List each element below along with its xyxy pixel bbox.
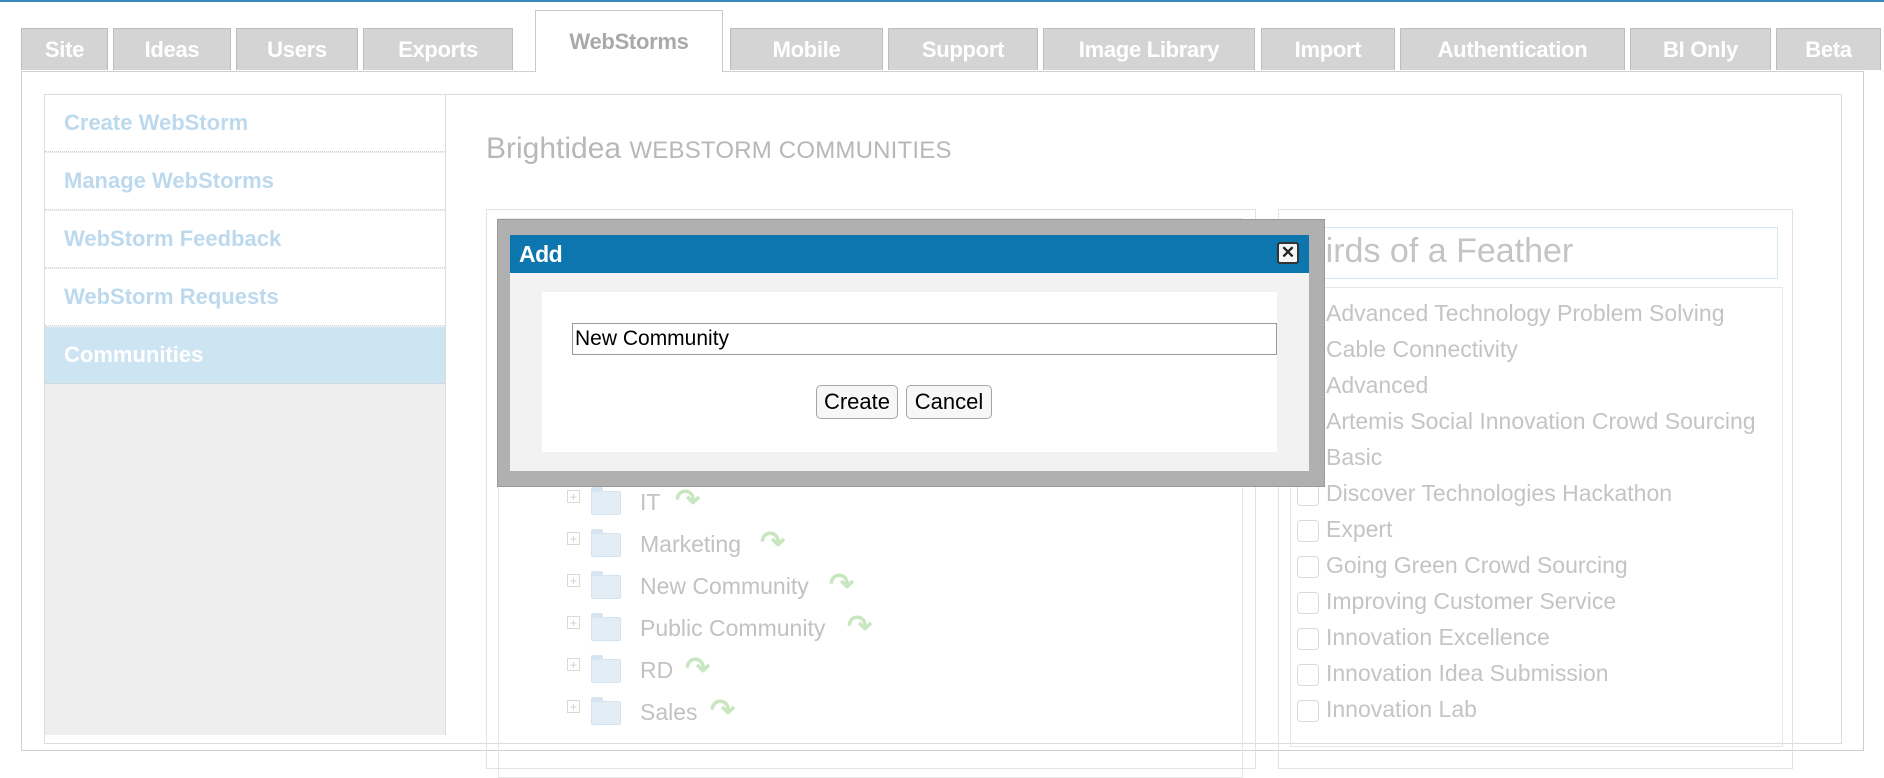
list-item-label: Basic — [1326, 444, 1383, 470]
list-item-label: Cable Connectivity — [1326, 336, 1518, 362]
dialog-content: Create Cancel — [542, 292, 1277, 452]
refresh-arrow-icon[interactable]: ↷ — [710, 693, 735, 728]
expand-icon[interactable]: + — [567, 574, 580, 587]
tab-import[interactable]: Import — [1261, 28, 1395, 70]
sidebar-item-webstorm-feedback[interactable]: WebStorm Feedback — [45, 211, 445, 268]
list-item-label: Innovation Lab — [1326, 696, 1477, 722]
folder-icon — [591, 613, 621, 641]
brand-name: Brightidea — [486, 132, 622, 165]
community-name: Birds of a Feather — [1303, 232, 1574, 270]
folder-icon — [591, 697, 621, 725]
tree-item-label: IT — [640, 489, 661, 515]
list-item-label: Discover Technologies Hackathon — [1326, 480, 1673, 506]
folder-icon — [591, 655, 621, 683]
sidebar-item-create-webstorm[interactable]: Create WebStorm — [45, 95, 445, 152]
top-accent-line — [0, 0, 1884, 2]
checkbox[interactable] — [1297, 484, 1319, 506]
refresh-arrow-icon[interactable]: ↷ — [760, 525, 785, 560]
tab-beta[interactable]: Beta — [1776, 28, 1881, 70]
list-item-label: Advanced Technology Problem Solving — [1326, 300, 1725, 326]
expand-icon[interactable]: + — [567, 490, 580, 503]
expand-icon[interactable]: + — [567, 658, 580, 671]
tab-support[interactable]: Support — [888, 28, 1038, 70]
checkbox[interactable] — [1297, 664, 1319, 686]
cancel-button[interactable]: Cancel — [906, 385, 992, 419]
folder-icon — [591, 571, 621, 599]
sidebar-item-webstorm-requests[interactable]: WebStorm Requests — [45, 269, 445, 326]
checkbox[interactable] — [1297, 556, 1319, 578]
list-item-label: Expert — [1326, 516, 1393, 542]
checkbox[interactable] — [1297, 592, 1319, 614]
expand-icon[interactable]: + — [567, 700, 580, 713]
folder-icon — [591, 529, 621, 557]
tree-item-label: Marketing — [640, 531, 741, 557]
list-item-label: Going Green Crowd Sourcing — [1326, 552, 1628, 578]
checkbox[interactable] — [1297, 700, 1319, 722]
expand-icon[interactable]: + — [567, 616, 580, 629]
refresh-arrow-icon[interactable]: ↷ — [675, 483, 700, 518]
refresh-arrow-icon[interactable]: ↷ — [685, 651, 710, 686]
page-title: Brightidea WEBSTORM COMMUNITIES — [486, 132, 952, 166]
tab-users[interactable]: Users — [236, 28, 358, 70]
page-subtitle: WEBSTORM COMMUNITIES — [629, 137, 952, 164]
tab-bi-only[interactable]: BI Only — [1630, 28, 1771, 70]
refresh-arrow-icon[interactable]: ↷ — [829, 567, 854, 602]
refresh-arrow-icon[interactable]: ↷ — [847, 609, 872, 644]
tree-item-label: New Community — [640, 573, 809, 599]
dialog-title-bar[interactable]: Add ✕ — [510, 235, 1309, 273]
tree-item-label: RD — [640, 657, 674, 683]
sidebar-item-communities[interactable]: Communities — [45, 327, 445, 384]
list-item-label: Innovation Idea Submission — [1326, 660, 1609, 686]
tab-site[interactable]: Site — [21, 28, 108, 70]
checkbox[interactable] — [1297, 520, 1319, 542]
tree-item-label: Sales — [640, 699, 698, 725]
tab-mobile[interactable]: Mobile — [730, 28, 883, 70]
tab-webstorms[interactable]: WebStorms — [535, 10, 723, 72]
tab-image-library[interactable]: Image Library — [1043, 28, 1255, 70]
list-item-label: Advanced — [1326, 372, 1429, 398]
add-community-dialog: Add ✕ Create Cancel — [497, 219, 1325, 487]
dialog-title: Add — [519, 241, 563, 267]
list-item-label: Artemis Social Innovation Crowd Sourcing — [1326, 408, 1756, 434]
list-item-label: Innovation Excellence — [1326, 624, 1550, 650]
webstorm-sidebar: Create WebStorm Manage WebStorms WebStor… — [45, 95, 446, 735]
checkbox[interactable] — [1297, 628, 1319, 650]
tab-authentication[interactable]: Authentication — [1400, 28, 1625, 70]
folder-icon — [591, 487, 621, 515]
list-item-label: Improving Customer Service — [1326, 588, 1617, 614]
tree-item-label: Public Community — [640, 615, 826, 641]
community-name-input[interactable] — [572, 323, 1277, 355]
create-button[interactable]: Create — [816, 385, 898, 419]
sidebar-item-manage-webstorms[interactable]: Manage WebStorms — [45, 153, 445, 210]
close-icon[interactable]: ✕ — [1277, 242, 1299, 264]
tab-ideas[interactable]: Ideas — [113, 28, 231, 70]
expand-icon[interactable]: + — [567, 532, 580, 545]
dialog-body: Create Cancel — [510, 273, 1309, 471]
tab-exports[interactable]: Exports — [363, 28, 513, 70]
